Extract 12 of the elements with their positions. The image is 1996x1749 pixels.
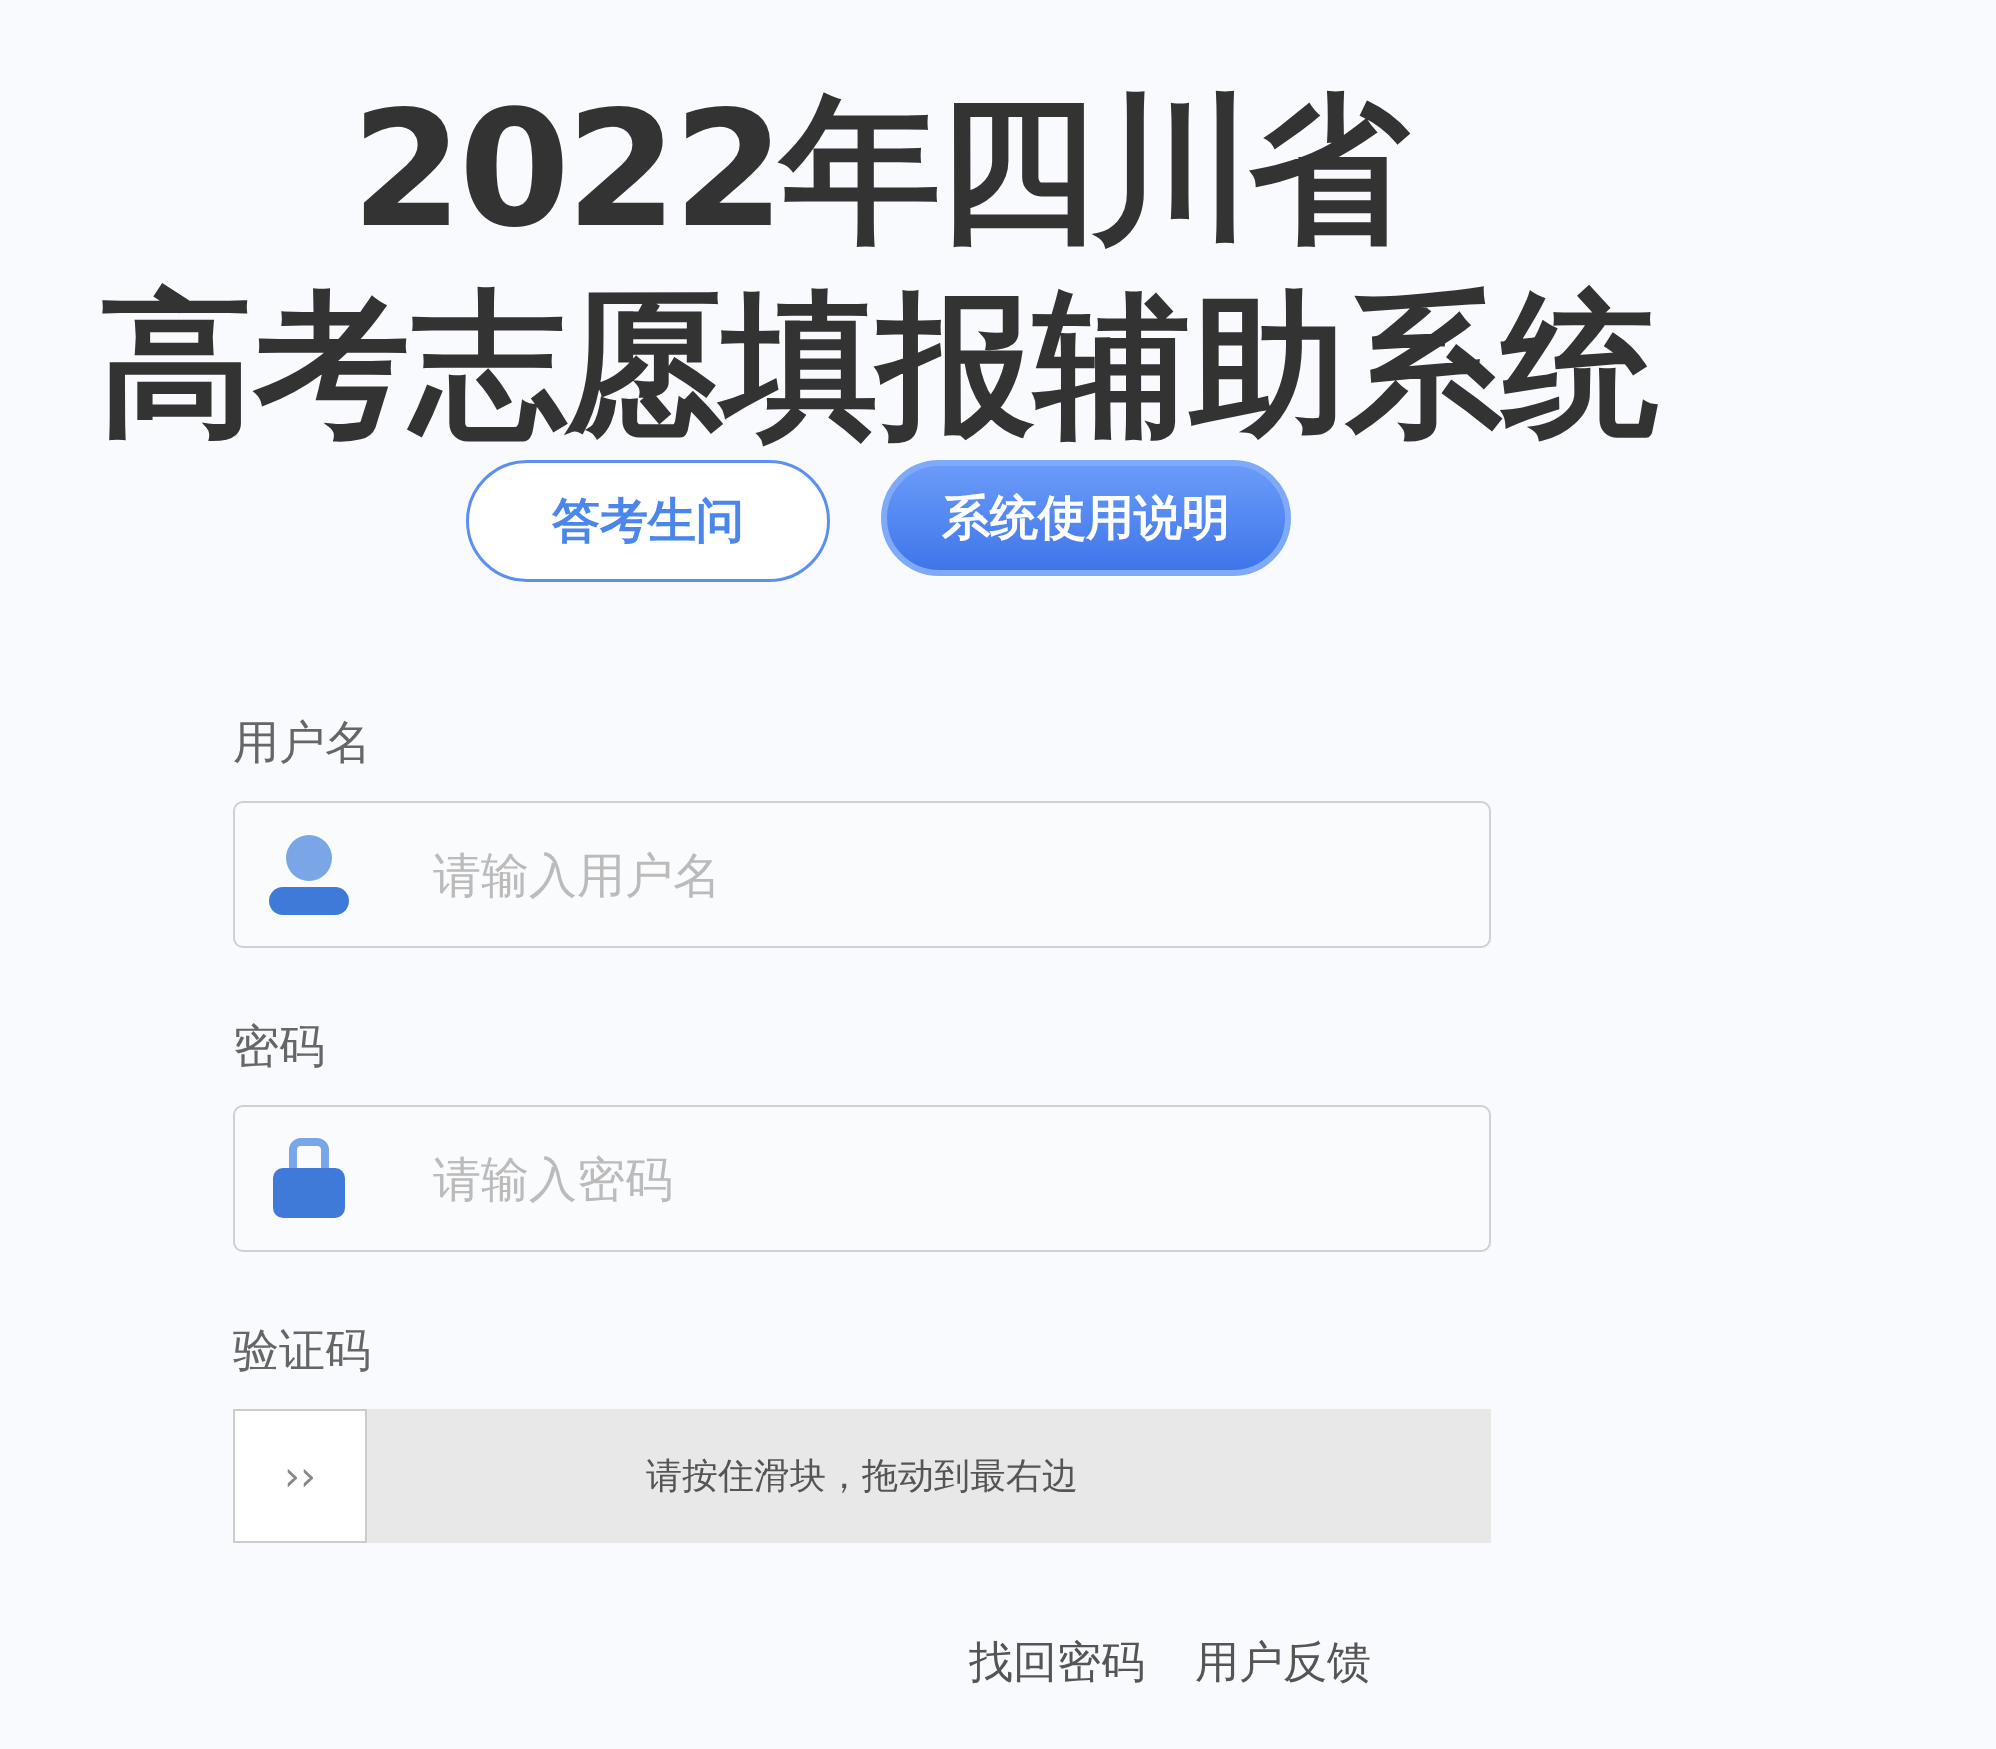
- field-label: 密码: [233, 1018, 326, 1075]
- footer-link[interactable]: 用户反馈: [1195, 1633, 1371, 1692]
- guide-button[interactable]: 系统使用说明: [880, 460, 1291, 576]
- slider-hint: 请按住滑块，拖动到最右边: [646, 1453, 1078, 1498]
- faq-button[interactable]: 答考生问: [465, 460, 830, 582]
- password-field[interactable]: 请输入密码: [233, 1105, 1491, 1252]
- slider-handle[interactable]: ››: [233, 1409, 367, 1543]
- username-field[interactable]: 请输入用户名: [233, 801, 1491, 948]
- field-label: 用户名: [233, 714, 372, 771]
- page-title: 高考志愿填报辅助系统: [98, 273, 1658, 458]
- footer-link[interactable]: 找回密码: [969, 1633, 1145, 1692]
- field-label: 验证码: [233, 1322, 372, 1379]
